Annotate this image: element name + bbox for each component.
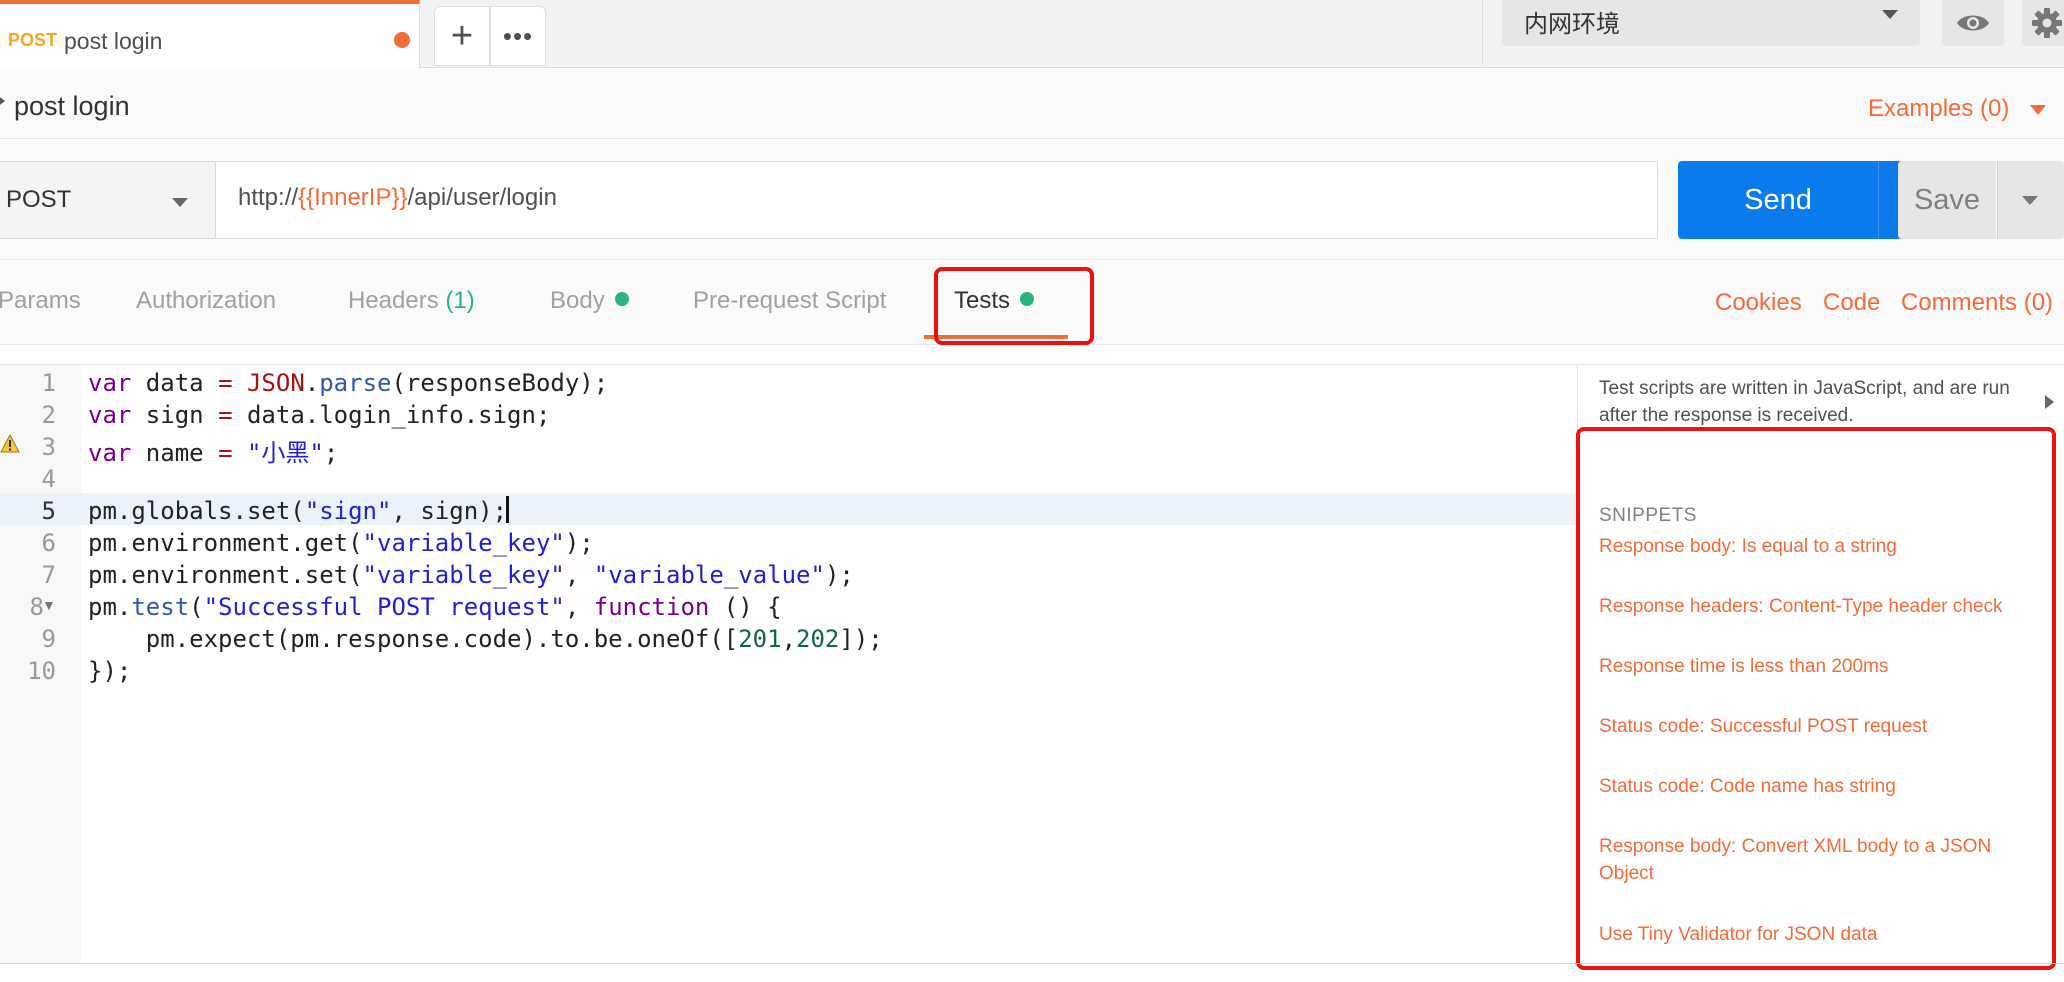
text-cursor [506, 496, 509, 523]
code-line: }); [88, 657, 132, 685]
tab-pre-request-script[interactable]: Pre-request Script [693, 287, 886, 315]
send-button[interactable]: Send [1678, 161, 1878, 239]
code-line: pm.globals.set("sign", sign); [88, 497, 508, 525]
code-line: pm.expect(pm.response.code).to.be.oneOf(… [88, 625, 883, 653]
url-input[interactable]: http://{{InnerIP}}/api/user/login [215, 161, 1658, 239]
save-button[interactable]: Save [1898, 161, 1996, 239]
line-number: 3 [41, 433, 56, 461]
line-number: 1 [41, 369, 56, 397]
line-number: 5 [41, 497, 56, 525]
annotation-highlight-box [1576, 427, 2056, 970]
save-options-button[interactable] [1997, 161, 2064, 239]
tab-authorization[interactable]: Authorization [136, 287, 276, 315]
panel-description: Test scripts are written in JavaScript, … [1599, 378, 2010, 426]
comments-link[interactable]: Comments (0) [1901, 289, 2053, 317]
code-line: var data = JSON.parse(responseBody); [88, 369, 609, 397]
tab-body[interactable]: Body [550, 287, 629, 315]
chevron-down-icon [2022, 196, 2038, 205]
request-header: post login Examples (0) [0, 69, 2064, 139]
tab-params[interactable]: Params [0, 287, 81, 315]
line-number: 7 [41, 561, 56, 589]
line-number: 2 [41, 401, 56, 429]
settings-button[interactable] [2022, 0, 2064, 46]
caret-right-icon[interactable] [2045, 395, 2054, 409]
divider [0, 963, 2064, 964]
headers-count: (1) [445, 287, 475, 314]
line-number: 8 [29, 593, 44, 621]
code-line: pm.test("Successful POST request", funct… [88, 593, 782, 621]
tab-headers-label: Headers [348, 287, 439, 314]
request-tab-post-login[interactable]: POST post login [0, 0, 420, 69]
fold-toggle-icon[interactable]: ▼ [42, 597, 56, 613]
code-line: var name = "小黑"; [88, 439, 339, 467]
unsaved-changes-dot [394, 32, 410, 48]
url-prefix: http:// [238, 184, 299, 211]
caret-right-icon[interactable] [0, 94, 5, 108]
tab-title: post login [64, 28, 163, 54]
chevron-down-icon [1882, 10, 1898, 19]
code-line: pm.environment.set("variable_key", "vari… [88, 561, 854, 589]
status-dot [614, 292, 629, 306]
code-line: pm.environment.get("variable_key"); [88, 529, 594, 557]
method-label: POST [6, 186, 72, 213]
tab-headers[interactable]: Headers (1) [348, 287, 475, 315]
annotation-highlight-box [934, 267, 1094, 345]
request-name[interactable]: post login [14, 91, 130, 122]
url-variable: {{InnerIP}} [298, 184, 408, 211]
line-number: 4 [41, 465, 56, 493]
environment-select[interactable]: 内网环境 [1502, 0, 1920, 46]
code-line: var sign = data.login_info.sign; [88, 401, 551, 429]
line-number: 6 [41, 529, 56, 557]
gear-icon [2032, 8, 2062, 38]
code-link[interactable]: Code [1823, 289, 1880, 317]
chevron-down-icon [172, 198, 188, 207]
line-number: 10 [27, 657, 56, 685]
divider [1482, 0, 1483, 66]
environment-label: 内网环境 [1524, 11, 1620, 38]
cookies-link[interactable]: Cookies [1715, 289, 1802, 317]
environment-quick-look-button[interactable] [1942, 0, 2004, 46]
examples-dropdown[interactable]: Examples (0) [1868, 95, 2009, 123]
line-number: 9 [41, 625, 56, 653]
url-path: /api/user/login [407, 184, 557, 211]
new-tab-button[interactable]: + [434, 6, 490, 66]
method-select[interactable]: POST [0, 161, 216, 239]
more-tabs-button[interactable]: ••• [490, 6, 546, 66]
tab-method-badge: POST [8, 30, 58, 50]
eye-icon [1957, 15, 1989, 31]
tab-body-label: Body [550, 287, 605, 314]
chevron-down-icon[interactable] [2030, 105, 2046, 115]
